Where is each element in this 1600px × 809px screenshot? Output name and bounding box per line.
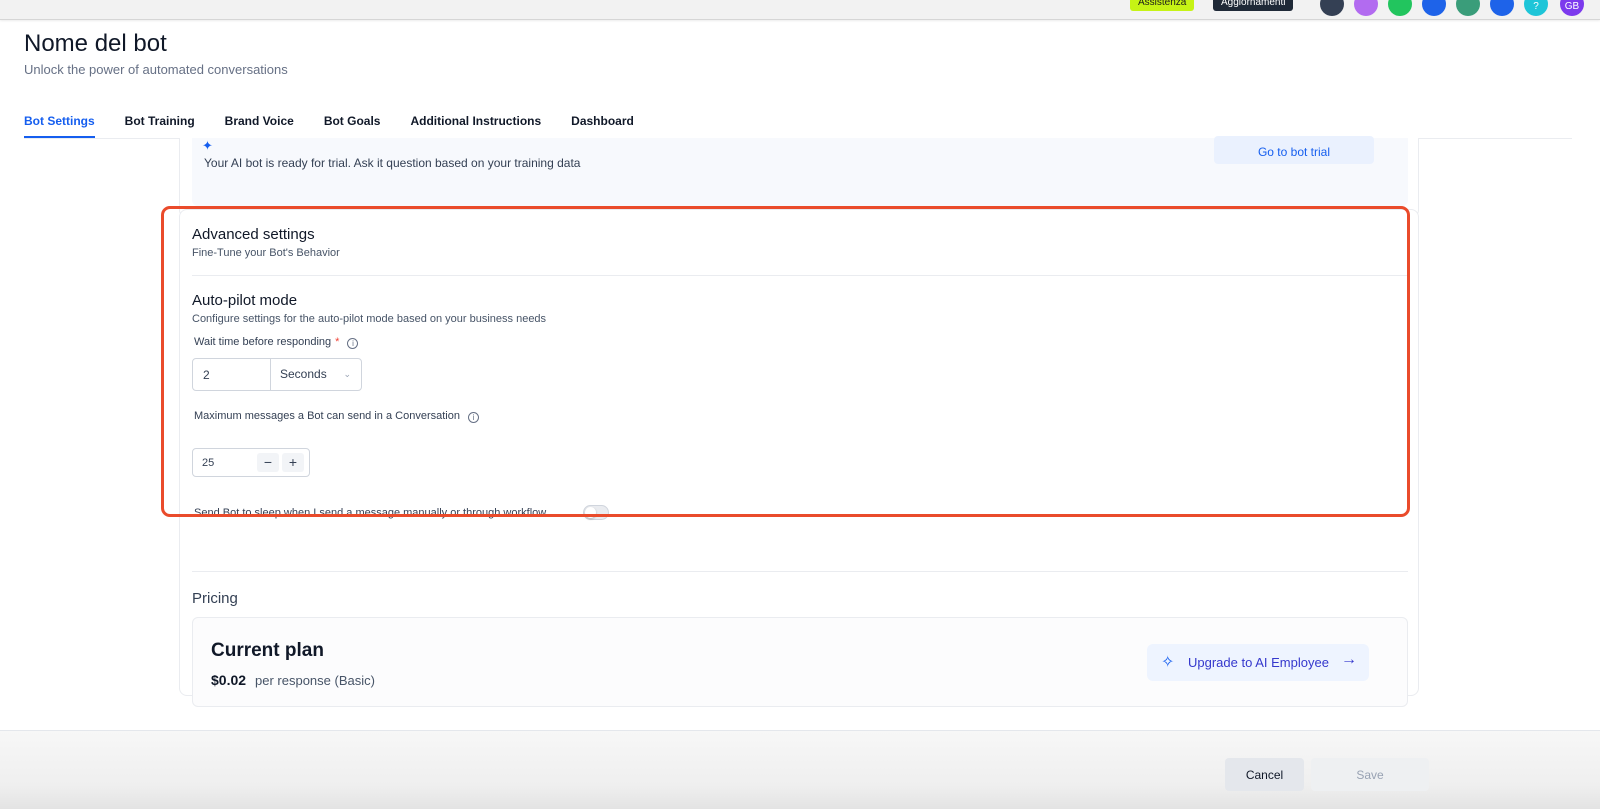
wait-time-group: Seconds ⌄ xyxy=(192,358,362,391)
avatar[interactable]: GB xyxy=(1560,0,1584,16)
page-subtitle: Unlock the power of automated conversati… xyxy=(24,62,288,77)
max-messages-label: Maximum messages a Bot can send in a Con… xyxy=(194,410,479,423)
phone-icon[interactable] xyxy=(1388,0,1412,16)
max-messages-input[interactable] xyxy=(194,450,254,475)
main-page: Nome del bot Unlock the power of automat… xyxy=(0,20,1600,730)
cancel-button[interactable]: Cancel xyxy=(1225,758,1304,791)
plan-price: $0.02 xyxy=(211,672,247,688)
pricing-divider xyxy=(192,571,1408,572)
tab-bot-training[interactable]: Bot Training xyxy=(125,110,195,138)
sleep-toggle[interactable] xyxy=(583,505,609,520)
sparkle-icon: ✧ xyxy=(1161,654,1175,671)
increment-button[interactable]: + xyxy=(282,453,304,472)
tab-brand-voice[interactable]: Brand Voice xyxy=(225,110,294,138)
wait-time-label: Wait time before responding * i xyxy=(194,336,359,349)
decrement-button[interactable]: − xyxy=(257,453,279,472)
tab-bar: Bot Settings Bot Training Brand Voice Bo… xyxy=(24,110,664,138)
sparkle-icon: ✦ xyxy=(202,138,213,153)
top-app-bar: Assistenza Aggiornamenti ? GB xyxy=(0,0,1600,20)
autopilot-subtitle: Configure settings for the auto-pilot mo… xyxy=(192,313,547,325)
bot-trial-card: ✦ Your AI bot is ready for trial. Ask it… xyxy=(179,136,1419,218)
bell-icon[interactable] xyxy=(1490,0,1514,16)
tab-bot-goals[interactable]: Bot Goals xyxy=(324,110,381,138)
toggle-knob xyxy=(585,507,596,518)
advanced-settings-subtitle: Fine-Tune your Bot's Behavior xyxy=(192,247,340,259)
tab-bot-settings[interactable]: Bot Settings xyxy=(24,110,95,138)
go-to-bot-trial-button[interactable]: Go to bot trial xyxy=(1214,136,1374,164)
current-plan-title: Current plan xyxy=(211,640,324,661)
save-button[interactable]: Save xyxy=(1311,758,1429,791)
list-icon[interactable] xyxy=(1320,0,1344,16)
plan-price-description: per response (Basic) xyxy=(255,673,375,688)
wait-time-input[interactable] xyxy=(193,359,271,390)
upgrade-to-ai-employee-button[interactable]: ✧ Upgrade to AI Employee → xyxy=(1147,644,1369,681)
assistance-button[interactable]: Assistenza xyxy=(1130,0,1195,11)
link-icon[interactable] xyxy=(1422,0,1446,16)
settings-card: Advanced settings Fine-Tune your Bot's B… xyxy=(179,209,1419,707)
translate-icon[interactable] xyxy=(1354,0,1378,16)
info-icon[interactable]: i xyxy=(467,412,479,423)
max-messages-label-text: Maximum messages a Bot can send in a Con… xyxy=(194,410,460,422)
updates-button[interactable]: Aggiornamenti xyxy=(1213,0,1294,11)
advanced-settings-title: Advanced settings xyxy=(192,226,315,243)
info-icon[interactable]: i xyxy=(347,338,359,349)
tab-additional-instructions[interactable]: Additional Instructions xyxy=(410,110,541,138)
tab-dashboard[interactable]: Dashboard xyxy=(571,110,634,138)
current-plan-box: Current plan $0.02 per response (Basic) … xyxy=(192,617,1408,707)
sleep-toggle-label: Send Bot to sleep when I send a message … xyxy=(194,507,547,519)
help-icon[interactable]: ? xyxy=(1524,0,1548,16)
wait-time-label-text: Wait time before responding xyxy=(194,336,332,348)
max-messages-stepper: − + xyxy=(192,448,310,477)
chevron-down-icon: ⌄ xyxy=(343,369,351,379)
autopilot-title: Auto-pilot mode xyxy=(192,292,298,309)
required-marker: * xyxy=(335,336,340,348)
bot-trial-box: ✦ Your AI bot is ready for trial. Ask it… xyxy=(192,136,1408,206)
page-title: Nome del bot xyxy=(24,30,167,57)
pricing-label: Pricing xyxy=(192,590,238,607)
megaphone-icon[interactable] xyxy=(1456,0,1480,16)
wait-unit-value: Seconds xyxy=(280,367,327,381)
arrow-right-icon: → xyxy=(1341,651,1357,668)
upgrade-label: Upgrade to AI Employee xyxy=(1188,655,1329,670)
wait-unit-select[interactable]: Seconds ⌄ xyxy=(271,359,361,390)
footer-bar: Cancel Save xyxy=(0,730,1600,809)
bot-trial-text: Your AI bot is ready for trial. Ask it q… xyxy=(204,156,581,170)
section-divider xyxy=(192,275,1408,276)
